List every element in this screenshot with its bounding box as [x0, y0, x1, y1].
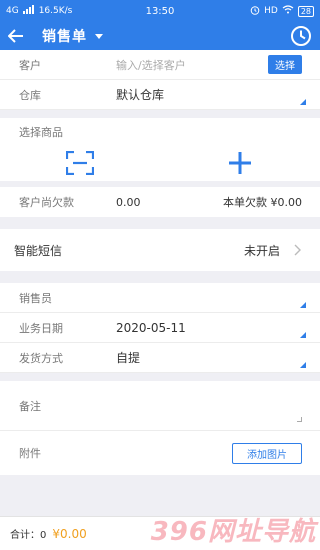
shipping-method-label: 发货方式 [19, 351, 63, 365]
attachment-row: 附件 添加图片 [0, 431, 320, 475]
add-image-button[interactable]: 添加图片 [232, 442, 302, 464]
plus-icon [229, 152, 251, 174]
hd-label: HD [264, 6, 278, 16]
app-bar: 销售单 [0, 22, 320, 50]
smart-sms-label: 智能短信 [14, 243, 63, 258]
signal-icon [22, 5, 35, 17]
shipping-method-row[interactable]: 发货方式 自提 [0, 343, 320, 373]
customer-debt-value: 0.00 [116, 195, 141, 209]
page-title[interactable]: 销售单 [42, 26, 87, 46]
salesperson-label: 销售员 [19, 291, 52, 305]
customer-input[interactable]: 输入/选择客户 [116, 57, 268, 73]
resize-handle-icon[interactable] [297, 417, 302, 422]
battery-icon: 28 [297, 5, 314, 17]
attachment-label: 附件 [19, 447, 41, 460]
choose-goods-label: 选择商品 [19, 125, 63, 139]
customer-label: 客户 [19, 58, 41, 72]
add-goods-button[interactable] [160, 151, 320, 175]
customer-debt-row: 客户尚欠款 0.00 本单欠款 ¥0.00 [0, 187, 320, 217]
status-bar: 4G 16.5K/s 13:50 HD 28 [0, 0, 320, 22]
smart-sms-row[interactable]: 智能短信 未开启 [0, 229, 320, 271]
total-amount: ¥0.00 [52, 526, 87, 541]
dropdown-corner-icon [300, 302, 306, 308]
business-date-label: 业务日期 [19, 321, 63, 335]
remark-field[interactable]: 备注 [0, 381, 320, 431]
customer-section: 客户 输入/选择客户 选择 仓库 默认仓库 [0, 50, 320, 110]
alarm-icon [250, 5, 260, 18]
warehouse-value[interactable]: 默认仓库 [116, 86, 302, 103]
watermark: 396网址导航 [150, 517, 316, 547]
customer-debt-label: 客户尚欠款 [19, 196, 74, 209]
sales-details-section: 销售员 业务日期 2020-05-11 发货方式 自提 [0, 283, 320, 373]
total-count: 合计：0 [10, 530, 47, 541]
dropdown-corner-icon [300, 99, 306, 105]
select-customer-button[interactable]: 选择 [268, 55, 302, 74]
shipping-method-value[interactable]: 自提 [116, 349, 302, 366]
wifi-icon [282, 5, 294, 17]
customer-row[interactable]: 客户 输入/选择客户 选择 [0, 50, 320, 80]
bill-debt-value: ¥0.00 [270, 196, 303, 209]
warehouse-row[interactable]: 仓库 默认仓库 [0, 80, 320, 110]
smart-sms-state: 未开启 [243, 243, 280, 258]
speed-label: 16.5K/s [38, 6, 73, 16]
dropdown-corner-icon [300, 332, 306, 338]
back-arrow-icon[interactable] [6, 26, 26, 46]
business-date-value[interactable]: 2020-05-11 [116, 321, 302, 335]
scan-icon [66, 151, 94, 175]
scan-button[interactable] [0, 151, 160, 175]
history-clock-icon[interactable] [290, 25, 312, 47]
choose-goods-section: 选择商品 [0, 118, 320, 181]
warehouse-label: 仓库 [19, 88, 41, 102]
salesperson-row[interactable]: 销售员 [0, 283, 320, 313]
network-label: 4G [6, 6, 19, 16]
caret-down-icon[interactable] [95, 33, 103, 39]
chevron-right-icon [294, 244, 301, 256]
remark-label: 备注 [19, 400, 41, 413]
bill-debt-label: 本单欠款 [223, 196, 267, 209]
footer-bar: 合计：0 ¥0.00 396网址导航 [0, 516, 320, 550]
dropdown-corner-icon [300, 362, 306, 368]
business-date-row[interactable]: 业务日期 2020-05-11 [0, 313, 320, 343]
